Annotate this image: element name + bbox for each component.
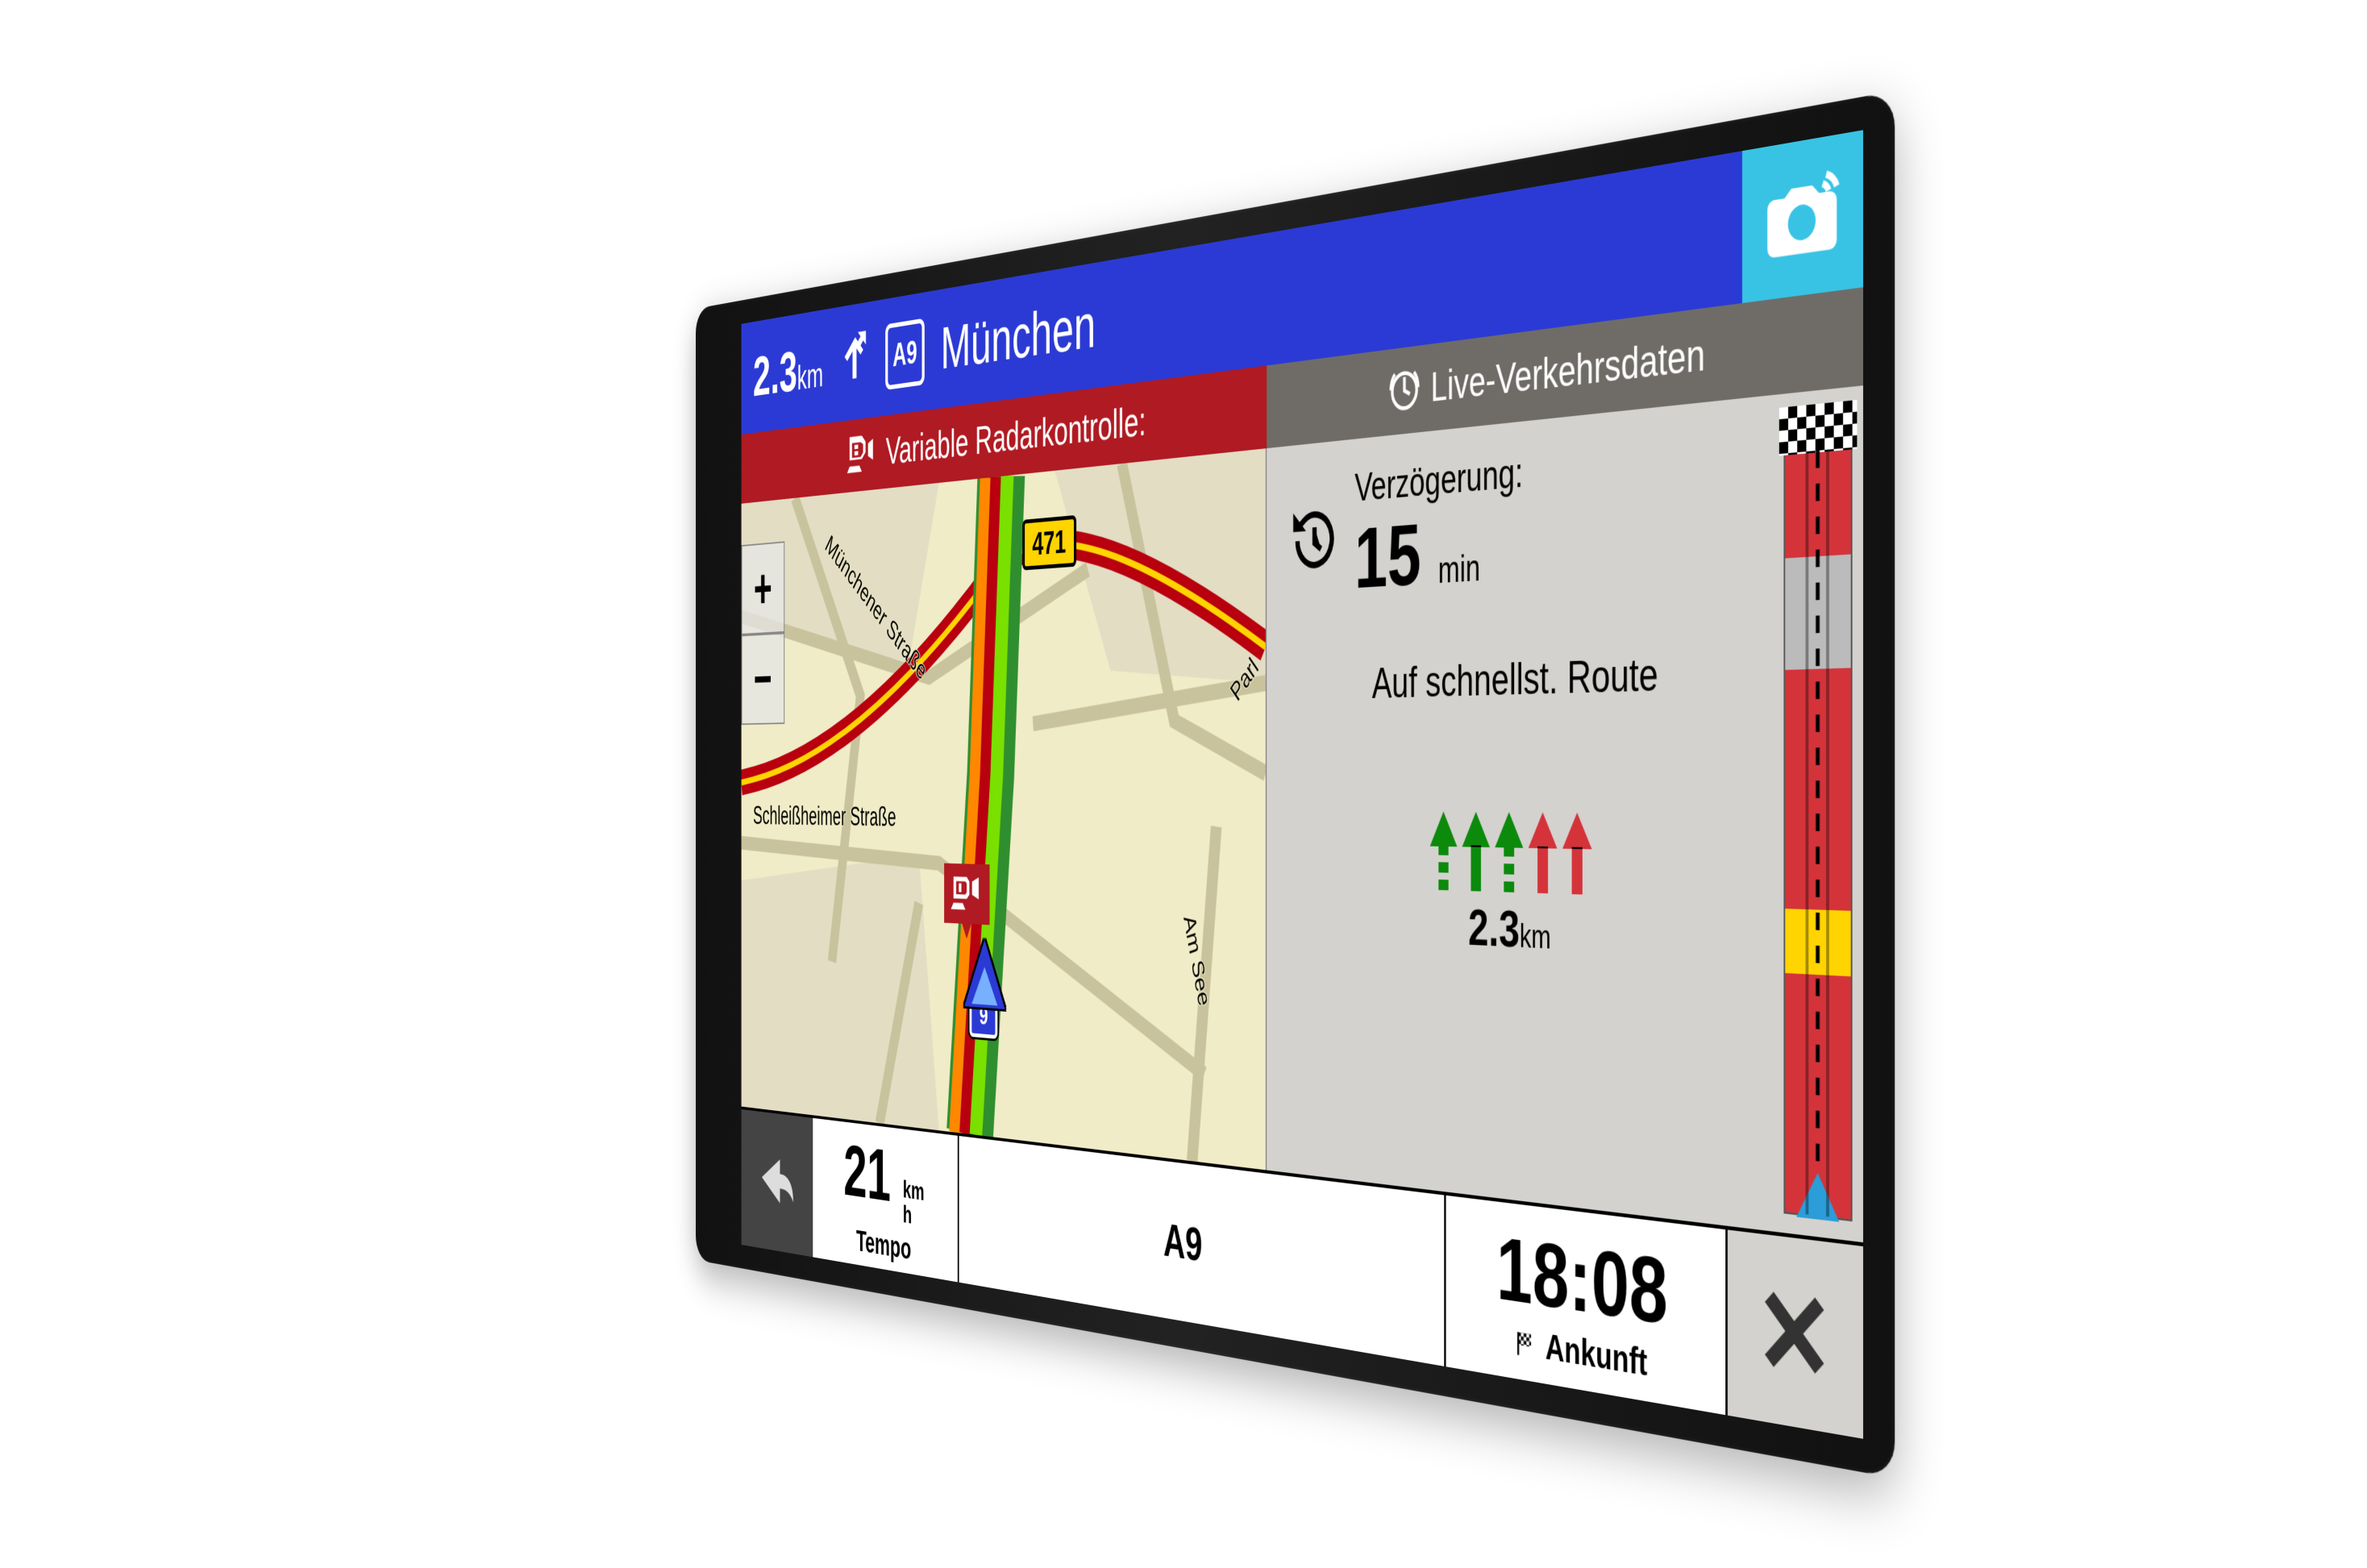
dashcam-button[interactable] [1742, 130, 1863, 303]
congestion-strip [1783, 406, 1852, 1221]
street-label: Am See [1179, 912, 1214, 1009]
lane-arrow-icon [1528, 812, 1558, 893]
position-marker-icon [1796, 1170, 1839, 1221]
back-button[interactable] [742, 1109, 813, 1257]
camera-icon [1761, 157, 1844, 277]
bear-right-icon [838, 325, 871, 398]
delay-unit: min [1438, 547, 1480, 591]
zoom-control: + − [742, 541, 785, 725]
flag-icon [1516, 1327, 1537, 1361]
lane-dist-value: 2.3 [1468, 898, 1520, 958]
distance-value: 2.3 [753, 339, 797, 408]
delay-row: Verzögerung: 15 min [1289, 425, 1762, 612]
gps-device: GARMIN 2.3km A9 München [696, 90, 1895, 1478]
bundesstrasse-sign: 471 [1022, 514, 1076, 570]
traffic-info: Verzögerung: 15 min Auf schnellst. Route [1267, 393, 1783, 1233]
lane-arrow-icon [1429, 811, 1458, 890]
route-message: Auf schnellst. Route [1289, 643, 1762, 709]
lane-dist-unit: km [1520, 917, 1551, 955]
zoom-out-button[interactable]: − [742, 632, 785, 724]
zoom-in-button[interactable]: + [742, 541, 785, 634]
lane-distance: 2.3km [1289, 892, 1762, 971]
street-label: Schleißheimer Straße [753, 801, 896, 832]
traffic-panel[interactable]: Live-Verkehrsdaten Verz [1267, 385, 1863, 1242]
status-bar: 21 km h Tempo A9 18:08 An [742, 1106, 1864, 1438]
back-icon [757, 1144, 797, 1220]
map-view[interactable]: Schleißheimer Straße Münchener Straße Am… [742, 448, 1267, 1170]
lane-arrow-icon [1495, 812, 1525, 892]
distance-unit: km [797, 356, 823, 397]
delay-label: Verzögerung: [1354, 447, 1523, 509]
speed-value: 21 [843, 1129, 891, 1217]
history-icon [1289, 499, 1341, 579]
screen: 2.3km A9 München [742, 130, 1864, 1439]
autobahn-shield: A9 [885, 318, 925, 389]
finish-flag-icon [1779, 399, 1857, 455]
speed-readout[interactable]: 21 km h Tempo [813, 1117, 959, 1282]
eta-readout[interactable]: 18:08 Ankunft [1446, 1195, 1728, 1415]
lane-arrow-icon [1562, 812, 1592, 894]
speed-unit: h [903, 1201, 925, 1229]
close-icon [1757, 1279, 1832, 1386]
current-road[interactable]: A9 [959, 1136, 1446, 1366]
lane-arrow-icon [1462, 811, 1491, 891]
delay-value: 15 [1354, 505, 1421, 606]
speed-camera-icon [846, 422, 876, 486]
main-area: Schleißheimer Straße Münchener Straße Am… [742, 385, 1864, 1242]
close-button[interactable] [1728, 1229, 1863, 1438]
lane-guidance [1289, 810, 1762, 900]
vehicle-position-icon [964, 938, 1005, 1009]
next-turn-distance: 2.3km [753, 334, 823, 410]
street-label: Parl [1226, 651, 1263, 706]
